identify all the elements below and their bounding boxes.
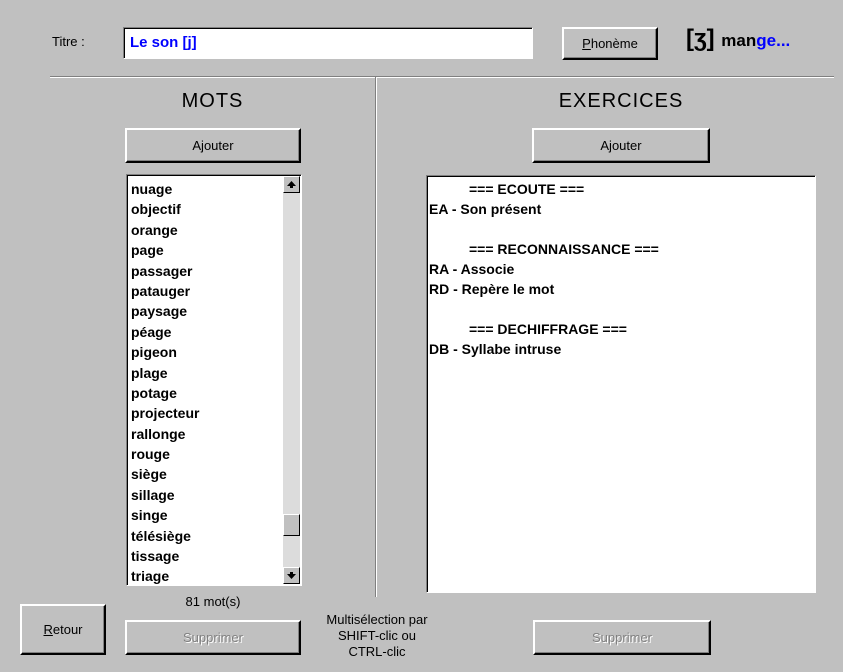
back-button-label: Retour bbox=[43, 622, 83, 637]
hint-line-1: Multisélection par bbox=[326, 612, 428, 627]
word-list-item[interactable]: péage bbox=[131, 322, 199, 342]
scroll-down-arrow-icon[interactable] bbox=[283, 567, 300, 584]
word-list[interactable]: nuage objectif orange page passager patauger p… bbox=[126, 174, 302, 586]
word-list-item[interactable]: siège bbox=[131, 464, 199, 484]
word-list-item[interactable]: patauger bbox=[131, 281, 199, 301]
word-list-item[interactable]: sillage bbox=[131, 485, 199, 505]
section-header-dechiffrage: === DECHIFFRAGE === bbox=[469, 321, 627, 337]
word-list-item[interactable]: page bbox=[131, 240, 199, 260]
delete-exercise-button-label: Supprimer bbox=[592, 630, 652, 645]
title-input-value: Le son [j] bbox=[130, 34, 197, 51]
example-word: mange... bbox=[721, 31, 790, 50]
word-list-item[interactable]: passager bbox=[131, 261, 199, 281]
header-separator bbox=[50, 76, 834, 78]
phoneme-display: [ʒ] mange... bbox=[686, 25, 790, 53]
example-word-prefix: man bbox=[721, 31, 757, 50]
column-separator bbox=[375, 77, 377, 597]
mots-heading: MOTS bbox=[181, 90, 244, 112]
phoneme-symbol: [ʒ] bbox=[686, 25, 715, 52]
word-count: 81 mot(s) bbox=[185, 594, 241, 609]
exercise-item-rd[interactable]: RD - Repère le mot bbox=[429, 281, 554, 297]
title-input[interactable]: Le son [j] bbox=[123, 27, 533, 59]
up-arrow-glyph-icon bbox=[287, 181, 296, 188]
word-list-item[interactable]: rouge bbox=[131, 444, 199, 464]
title-label: Titre : bbox=[52, 34, 85, 49]
word-list-item[interactable]: nuage bbox=[131, 179, 199, 199]
word-list-item[interactable]: paysage bbox=[131, 301, 199, 321]
exercise-item-db[interactable]: DB - Syllabe intruse bbox=[429, 341, 561, 357]
multiselect-hint: Multisélection par SHIFT-clic ou CTRL-cl… bbox=[307, 612, 447, 660]
back-button[interactable]: Retour bbox=[20, 604, 106, 655]
delete-exercise-button[interactable]: Supprimer bbox=[533, 620, 711, 655]
word-list-item[interactable]: potage bbox=[131, 383, 199, 403]
word-list-item[interactable]: projecteur bbox=[131, 403, 199, 423]
hint-line-2: SHIFT-clic ou bbox=[337, 628, 416, 643]
word-list-item[interactable]: triage bbox=[131, 566, 199, 586]
example-word-highlight: ge... bbox=[756, 31, 791, 50]
add-word-button-label: Ajouter bbox=[192, 138, 234, 153]
add-word-button[interactable]: Ajouter bbox=[125, 128, 301, 163]
word-list-item[interactable]: télésiège bbox=[131, 526, 199, 546]
word-list-items: nuage objectif orange page passager patauger p… bbox=[131, 179, 199, 587]
exercise-list[interactable]: === ECOUTE === EA - Son présent === RECO… bbox=[426, 175, 816, 593]
word-list-item[interactable]: objectif bbox=[131, 199, 199, 219]
add-exercise-button[interactable]: Ajouter bbox=[532, 128, 710, 163]
exercices-heading: EXERCICES bbox=[558, 90, 684, 112]
scroll-thumb[interactable] bbox=[283, 514, 300, 536]
exercise-item-ra[interactable]: RA - Associe bbox=[429, 261, 514, 277]
word-list-scrollbar[interactable] bbox=[283, 176, 300, 584]
scroll-up-arrow-icon[interactable] bbox=[283, 176, 300, 193]
add-exercise-button-label: Ajouter bbox=[600, 138, 642, 153]
word-list-item[interactable]: orange bbox=[131, 220, 199, 240]
section-header-reconnaissance: === RECONNAISSANCE === bbox=[469, 241, 659, 257]
phoneme-button[interactable]: Phonème bbox=[562, 27, 658, 60]
down-arrow-glyph-icon bbox=[287, 572, 296, 579]
delete-word-button-label: Supprimer bbox=[183, 630, 243, 645]
word-list-item[interactable]: plage bbox=[131, 363, 199, 383]
word-list-item[interactable]: singe bbox=[131, 505, 199, 525]
hint-line-3: CTRL-clic bbox=[348, 644, 406, 659]
section-header-ecoute: === ECOUTE === bbox=[469, 181, 585, 197]
phoneme-button-label: Phonème bbox=[582, 36, 638, 51]
delete-word-button[interactable]: Supprimer bbox=[125, 620, 301, 655]
word-list-item[interactable]: tissage bbox=[131, 546, 199, 566]
word-list-item[interactable]: rallonge bbox=[131, 424, 199, 444]
word-list-item[interactable]: pigeon bbox=[131, 342, 199, 362]
exercise-item-ea[interactable]: EA - Son présent bbox=[429, 201, 541, 217]
